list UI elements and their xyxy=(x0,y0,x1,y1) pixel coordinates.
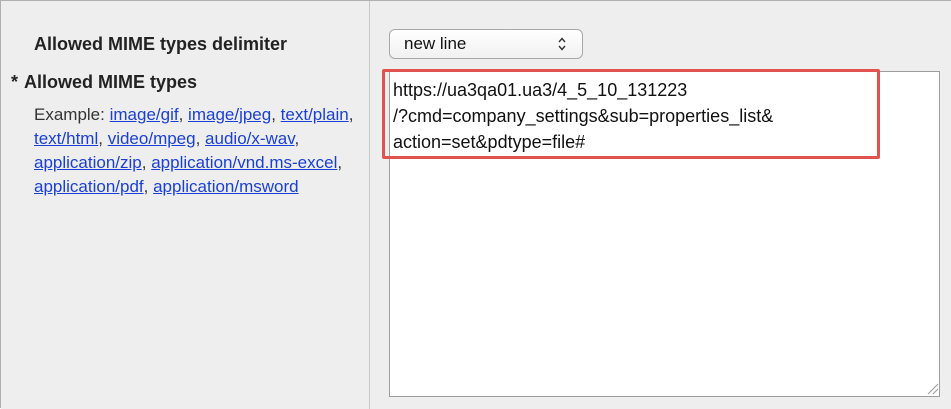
example-link[interactable]: application/msword xyxy=(153,177,299,196)
mime-types-label-text: Allowed MIME types xyxy=(24,72,198,92)
example-link[interactable]: application/zip xyxy=(34,153,142,172)
delimiter-select[interactable]: new line xyxy=(389,29,583,59)
example-link[interactable]: audio/x-wav xyxy=(205,129,294,148)
help-prefix: Example: xyxy=(34,105,105,124)
resize-grip-icon[interactable] xyxy=(925,381,939,395)
example-link[interactable]: text/plain xyxy=(281,105,349,124)
example-link[interactable]: video/mpeg xyxy=(108,129,196,148)
settings-form: Allowed MIME types delimiter * Allowed MI… xyxy=(0,0,951,409)
mime-types-label: * Allowed MIME types xyxy=(11,72,197,93)
delimiter-label: Allowed MIME types delimiter xyxy=(34,34,288,54)
example-link[interactable]: image/gif xyxy=(110,105,179,124)
required-mark: * xyxy=(11,72,19,92)
example-link[interactable]: image/jpeg xyxy=(188,105,271,124)
example-link[interactable]: application/pdf xyxy=(34,177,144,196)
label-column xyxy=(1,1,369,409)
example-link[interactable]: text/html xyxy=(34,129,98,148)
column-divider xyxy=(369,1,370,409)
delimiter-select-value: new line xyxy=(404,34,467,53)
highlight-box xyxy=(382,69,880,159)
mime-examples-help: Example: image/gif, image/jpeg, text/pla… xyxy=(34,105,354,196)
updown-arrows-icon xyxy=(558,37,566,51)
example-link[interactable]: application/vnd.ms-excel xyxy=(151,153,337,172)
